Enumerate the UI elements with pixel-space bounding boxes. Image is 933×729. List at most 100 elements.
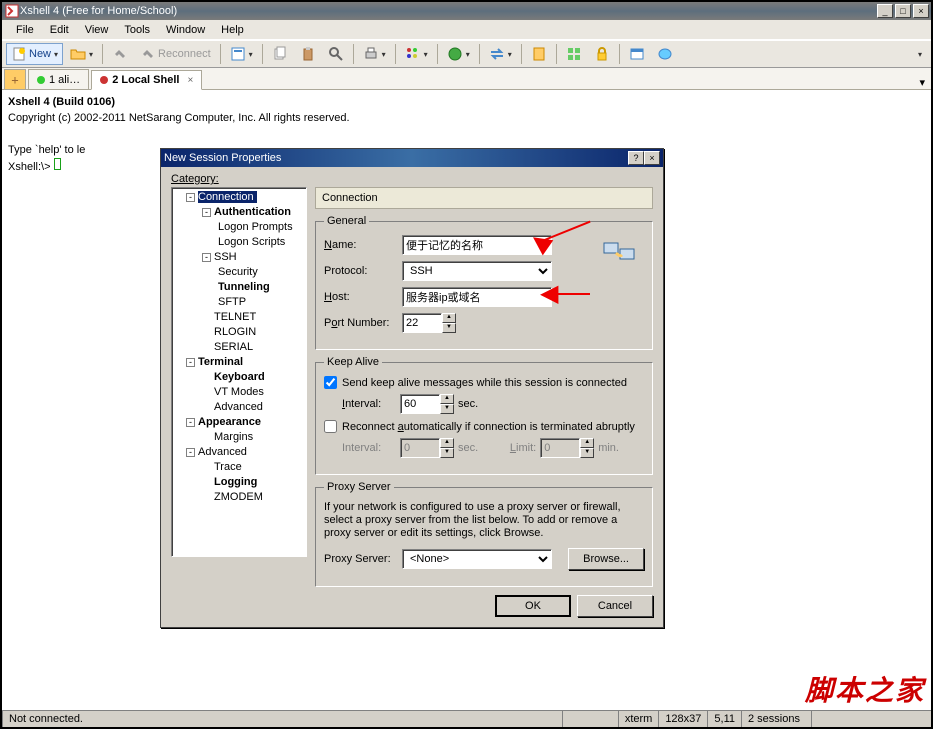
new-session-dialog: New Session Properties ? × Category: -Co… xyxy=(160,148,664,628)
tree-authentication[interactable]: -Authentication xyxy=(174,205,304,220)
script-icon xyxy=(531,46,547,62)
globe-button[interactable] xyxy=(442,43,475,65)
tree-serial[interactable]: SERIAL xyxy=(174,340,304,355)
port-down[interactable]: ▼ xyxy=(442,323,456,333)
status-connection: Not connected. xyxy=(2,710,562,727)
window-button[interactable] xyxy=(624,43,650,65)
find-button[interactable] xyxy=(323,43,349,65)
tree-logon-prompts[interactable]: Logon Prompts xyxy=(174,220,304,235)
interval-label: Interval: xyxy=(342,398,396,410)
print-button[interactable] xyxy=(358,43,391,65)
help-icon xyxy=(657,46,673,62)
tab-2[interactable]: 2 Local Shell× xyxy=(91,70,202,90)
copy-icon xyxy=(272,46,288,62)
tree-ssh[interactable]: -SSH xyxy=(174,250,304,265)
status-dot-icon xyxy=(37,76,45,84)
tree-logon-scripts[interactable]: Logon Scripts xyxy=(174,235,304,250)
tree-security[interactable]: Security xyxy=(174,265,304,280)
pane-header: Connection xyxy=(315,187,653,209)
properties-icon xyxy=(230,46,246,62)
dialog-close-button[interactable]: × xyxy=(644,151,660,165)
tree-advanced2[interactable]: -Advanced xyxy=(174,445,304,460)
category-label: Category: xyxy=(171,173,653,185)
menu-help[interactable]: Help xyxy=(213,22,252,38)
status-pos: 5,11 xyxy=(707,710,741,727)
port-up[interactable]: ▲ xyxy=(442,313,456,323)
port-input[interactable] xyxy=(402,313,442,333)
maximize-button[interactable]: □ xyxy=(895,4,911,18)
dialog-help-button[interactable]: ? xyxy=(628,151,644,165)
plug-icon xyxy=(112,46,128,62)
tree-trace[interactable]: Trace xyxy=(174,460,304,475)
menu-tools[interactable]: Tools xyxy=(116,22,158,38)
script-button[interactable] xyxy=(526,43,552,65)
tree-terminal[interactable]: -Terminal xyxy=(174,355,304,370)
new-file-icon xyxy=(11,46,27,62)
tree-margins[interactable]: Margins xyxy=(174,430,304,445)
window-title: Xshell 4 (Free for Home/School) xyxy=(20,5,177,17)
watermark: 脚本之家 xyxy=(805,669,925,709)
cursor-icon xyxy=(54,158,61,170)
close-tab-icon[interactable]: × xyxy=(187,75,193,86)
ok-button[interactable]: OK xyxy=(495,595,571,617)
minimize-button[interactable]: _ xyxy=(877,4,893,18)
tab-1[interactable]: 1 ali… xyxy=(28,69,89,89)
keepalive-checkbox[interactable] xyxy=(324,376,337,389)
menubar: File Edit View Tools Window Help xyxy=(2,20,931,40)
category-tree[interactable]: -Connection -Authentication Logon Prompt… xyxy=(171,187,307,557)
tree-connection[interactable]: -Connection xyxy=(174,190,304,205)
close-button[interactable]: × xyxy=(913,4,929,18)
port-label: Port Number: xyxy=(324,317,398,329)
interval-input[interactable] xyxy=(400,394,440,414)
window-icon xyxy=(629,46,645,62)
new-tab-button[interactable]: + xyxy=(4,69,26,89)
printer-icon xyxy=(363,46,379,62)
tree-rlogin[interactable]: RLOGIN xyxy=(174,325,304,340)
lock-button[interactable] xyxy=(589,43,615,65)
tree-telnet[interactable]: TELNET xyxy=(174,310,304,325)
tree-tunneling[interactable]: Tunneling xyxy=(174,280,304,295)
tree-logging[interactable]: Logging xyxy=(174,475,304,490)
menu-view[interactable]: View xyxy=(77,22,117,38)
statusbar: Not connected. xterm 128x37 5,11 2 sessi… xyxy=(2,709,931,727)
tree-vtmodes[interactable]: VT Modes xyxy=(174,385,304,400)
reconnect-icon xyxy=(140,46,156,62)
browse-button[interactable]: Browse... xyxy=(568,548,644,570)
protocol-label: Protocol: xyxy=(324,265,398,277)
cancel-button[interactable]: Cancel xyxy=(577,595,653,617)
host-input[interactable] xyxy=(402,287,552,307)
tree-appearance[interactable]: -Appearance xyxy=(174,415,304,430)
tree-advanced[interactable]: Advanced xyxy=(174,400,304,415)
open-button[interactable] xyxy=(65,43,98,65)
color-button[interactable] xyxy=(400,43,433,65)
copy-button[interactable] xyxy=(267,43,293,65)
reconnect-button[interactable]: Reconnect xyxy=(135,43,216,65)
grid-button[interactable] xyxy=(561,43,587,65)
help-button[interactable] xyxy=(652,43,678,65)
proxy-select[interactable]: <None> xyxy=(402,549,552,569)
name-input[interactable] xyxy=(402,235,552,255)
new-button[interactable]: New xyxy=(6,43,63,65)
dialog-titlebar[interactable]: New Session Properties ? × xyxy=(161,149,663,167)
menu-window[interactable]: Window xyxy=(158,22,213,38)
toolbar-options[interactable] xyxy=(912,43,927,65)
properties-button[interactable] xyxy=(225,43,258,65)
tree-sftp[interactable]: SFTP xyxy=(174,295,304,310)
transfer-icon xyxy=(489,46,505,62)
proxy-group: Proxy Server If your network is configur… xyxy=(315,481,653,587)
reconnect-checkbox[interactable] xyxy=(324,420,337,433)
tree-keyboard[interactable]: Keyboard xyxy=(174,370,304,385)
grid-icon xyxy=(566,46,582,62)
palette-icon xyxy=(405,46,421,62)
xftp-button[interactable] xyxy=(484,43,517,65)
menu-edit[interactable]: Edit xyxy=(42,22,77,38)
interval2-input xyxy=(400,438,440,458)
tree-zmodem[interactable]: ZMODEM xyxy=(174,490,304,505)
globe-icon xyxy=(447,46,463,62)
disconnect-button[interactable] xyxy=(107,43,133,65)
paste-button[interactable] xyxy=(295,43,321,65)
menu-file[interactable]: File xyxy=(8,22,42,38)
tab-overflow-button[interactable]: ▾ xyxy=(913,76,931,89)
protocol-select[interactable]: SSH xyxy=(402,261,552,281)
settings-pane: Connection General Name: Protocol: SSH xyxy=(315,187,653,587)
